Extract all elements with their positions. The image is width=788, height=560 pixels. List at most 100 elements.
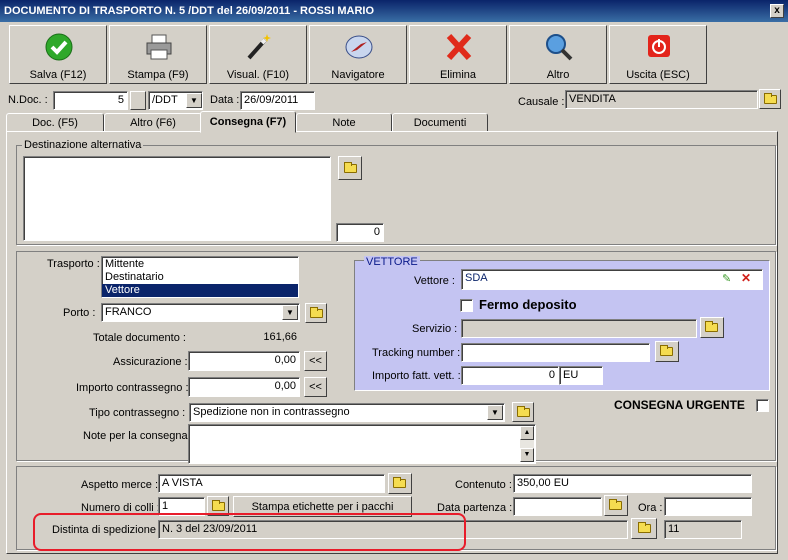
aspetto-label: Aspetto merce : bbox=[81, 479, 159, 491]
porto-label: Porto : bbox=[63, 307, 96, 319]
trasporto-option-mittente[interactable]: Mittente bbox=[102, 258, 298, 271]
vettore-label: Vettore : bbox=[414, 275, 455, 287]
servizio-field bbox=[461, 319, 697, 338]
importo-vettore-input[interactable]: 0 bbox=[461, 366, 559, 385]
view-label: Visual. (F10) bbox=[226, 69, 290, 81]
clear-x-icon[interactable]: ✕ bbox=[741, 272, 753, 284]
other-label: Altro bbox=[546, 69, 570, 81]
ndoc-input[interactable]: 5 bbox=[53, 91, 128, 110]
folder-icon bbox=[638, 522, 651, 533]
edit-pencil-icon[interactable]: ✎ bbox=[722, 273, 734, 285]
tipo-contrassegno-select[interactable]: Spedizione non in contrassegno bbox=[189, 403, 505, 422]
ora-label: Ora : bbox=[638, 502, 663, 514]
fermo-deposito-checkbox[interactable] bbox=[460, 299, 473, 312]
tab-note[interactable]: Note bbox=[296, 113, 392, 132]
vettore-field[interactable]: SDA bbox=[461, 269, 763, 290]
aspetto-input[interactable]: A VISTA bbox=[158, 474, 385, 493]
folder-icon bbox=[393, 477, 406, 488]
aspetto-folder-button[interactable] bbox=[388, 473, 412, 494]
assicurazione-label: Assicurazione : bbox=[113, 356, 188, 368]
delete-label: Elimina bbox=[439, 69, 477, 81]
servizio-folder-button[interactable] bbox=[700, 317, 724, 338]
ndoc-label: N.Doc. : bbox=[8, 94, 48, 106]
porto-dropdown-icon[interactable]: ▼ bbox=[282, 305, 298, 320]
checkmark-icon bbox=[45, 33, 73, 61]
series-dropdown-icon[interactable]: ▼ bbox=[186, 93, 202, 108]
dest-count-field: 0 bbox=[336, 223, 384, 242]
close-button[interactable]: x bbox=[770, 4, 784, 18]
window-title: DOCUMENTO DI TRASPORTO N. 5 /DDT del 26/… bbox=[0, 0, 788, 22]
causale-field: VENDITA bbox=[565, 90, 758, 109]
trasporto-list[interactable]: Mittente Destinatario Vettore bbox=[101, 256, 299, 298]
assicurazione-input[interactable]: 0,00 bbox=[188, 351, 300, 371]
scroll-up-icon[interactable]: ▲ bbox=[520, 426, 534, 440]
contrassegno-label: Importo contrassegno : bbox=[76, 382, 189, 394]
importo-vettore-label: Importo fatt. vett. : bbox=[372, 370, 461, 382]
tipo-contrassegno-label: Tipo contrassegno : bbox=[89, 407, 186, 419]
save-label: Salva (F12) bbox=[29, 69, 87, 81]
tipo-contrassegno-dropdown-icon[interactable]: ▼ bbox=[487, 405, 503, 420]
data-label: Data : bbox=[210, 94, 240, 106]
note-scrollbar[interactable]: ▲ ▼ bbox=[520, 426, 534, 462]
navigator-button[interactable]: Navigatore bbox=[309, 25, 407, 84]
exit-button[interactable]: Uscita (ESC) bbox=[609, 25, 707, 84]
other-button[interactable]: Altro bbox=[509, 25, 607, 84]
fermo-deposito-label: Fermo deposito bbox=[479, 297, 577, 312]
delete-button[interactable]: Elimina bbox=[409, 25, 507, 84]
magnifier-icon bbox=[546, 34, 573, 61]
contenuto-label: Contenuto : bbox=[455, 479, 512, 491]
scroll-down-icon[interactable]: ▼ bbox=[520, 448, 534, 462]
view-button[interactable]: Visual. (F10) bbox=[209, 25, 307, 84]
save-button[interactable]: Salva (F12) bbox=[9, 25, 107, 84]
contrassegno-input[interactable]: 0,00 bbox=[188, 377, 300, 397]
trasporto-option-destinatario[interactable]: Destinatario bbox=[102, 271, 298, 284]
trasporto-option-vettore[interactable]: Vettore bbox=[102, 284, 298, 297]
contrassegno-copy-button[interactable]: << bbox=[304, 377, 327, 397]
print-button[interactable]: Stampa (F9) bbox=[109, 25, 207, 84]
power-icon bbox=[648, 35, 670, 57]
print-label: Stampa (F9) bbox=[127, 69, 189, 81]
tab-altro[interactable]: Altro (F6) bbox=[104, 113, 202, 132]
tab-doc[interactable]: Doc. (F5) bbox=[6, 113, 104, 132]
magic-wand-icon bbox=[247, 34, 271, 60]
dest-textarea[interactable] bbox=[23, 156, 331, 241]
consegna-urgente-checkbox[interactable] bbox=[756, 399, 769, 412]
dest-folder-button[interactable] bbox=[338, 156, 362, 180]
totale-value: 161,66 bbox=[189, 328, 301, 347]
exit-label: Uscita (ESC) bbox=[626, 69, 690, 81]
folder-icon bbox=[517, 406, 530, 417]
totale-label: Totale documento : bbox=[93, 332, 186, 344]
delete-x-icon bbox=[446, 33, 472, 61]
compass-icon bbox=[345, 35, 373, 59]
consegna-urgente-label: CONSEGNA URGENTE bbox=[614, 398, 745, 412]
note-consegna-textarea[interactable] bbox=[188, 424, 536, 464]
valuta-field[interactable]: EU bbox=[559, 366, 603, 385]
ora-input[interactable] bbox=[664, 497, 752, 516]
vettore-legend: VETTORE bbox=[364, 256, 420, 268]
folder-icon bbox=[212, 500, 225, 511]
assicurazione-copy-button[interactable]: << bbox=[304, 351, 327, 371]
tab-documenti[interactable]: Documenti bbox=[392, 113, 488, 132]
contenuto-input[interactable]: 350,00 EU bbox=[513, 474, 752, 493]
tracking-folder-button[interactable] bbox=[655, 341, 679, 362]
trasporto-label: Trasporto : bbox=[47, 258, 100, 270]
series-value: /DDT bbox=[152, 94, 178, 106]
distinta-number-field: 11 bbox=[664, 520, 742, 539]
folder-icon bbox=[705, 321, 718, 332]
data-partenza-folder-button[interactable] bbox=[604, 495, 628, 516]
data-partenza-input[interactable] bbox=[513, 497, 602, 516]
printer-icon bbox=[146, 34, 172, 60]
tab-consegna[interactable]: Consegna (F7) bbox=[200, 111, 296, 133]
causale-folder-button[interactable] bbox=[759, 89, 781, 109]
folder-icon bbox=[310, 307, 323, 318]
porto-folder-button[interactable] bbox=[305, 303, 327, 323]
distinta-folder-button[interactable] bbox=[631, 518, 657, 539]
tracking-input[interactable] bbox=[461, 343, 650, 362]
porto-select[interactable]: FRANCO bbox=[101, 303, 300, 322]
folder-icon bbox=[609, 499, 622, 510]
note-consegna-label: Note per la consegna bbox=[83, 430, 188, 442]
ndoc-lookup-button[interactable] bbox=[130, 91, 146, 110]
folder-icon bbox=[764, 93, 777, 104]
date-input[interactable]: 26/09/2011 bbox=[240, 91, 315, 110]
tipo-contrassegno-folder-button[interactable] bbox=[512, 402, 534, 422]
